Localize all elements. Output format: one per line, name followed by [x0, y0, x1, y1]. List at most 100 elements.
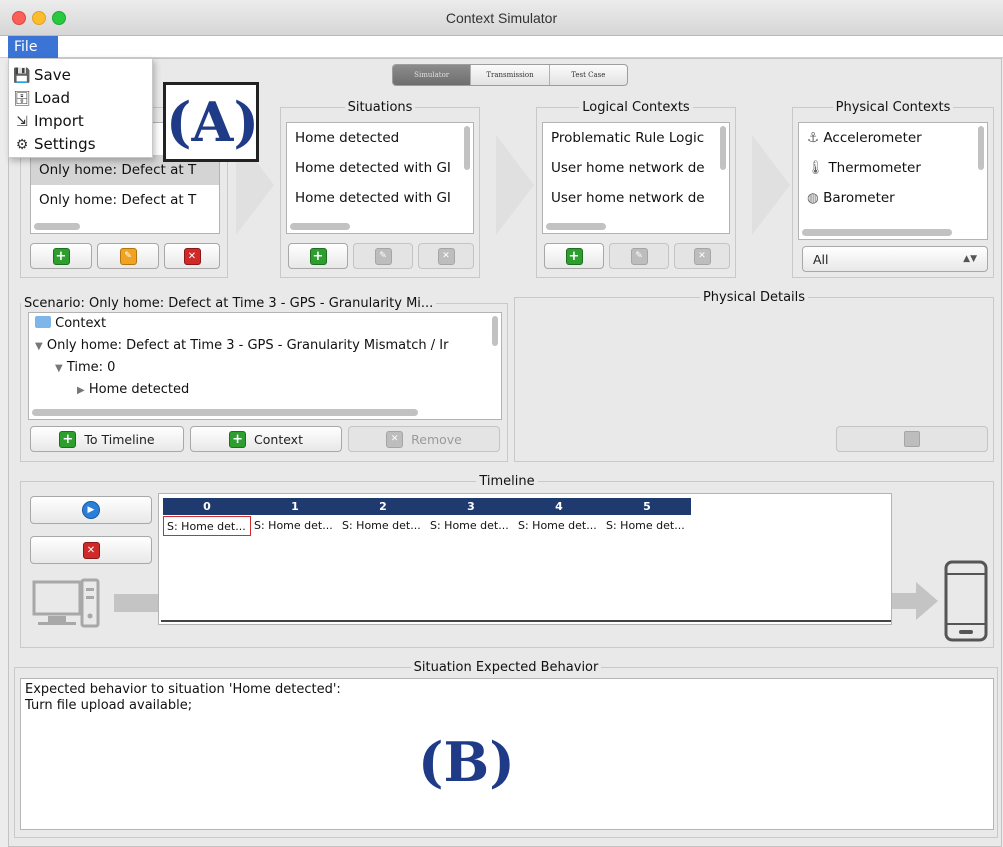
tree-node[interactable]: ▶ Home detected — [77, 379, 189, 401]
tree-node[interactable]: ▼ Time: 0 — [55, 357, 115, 379]
annotation-label-a: (A) — [163, 82, 259, 162]
horizontal-scrollbar[interactable] — [546, 223, 606, 230]
title-bar: Context Simulator — [0, 0, 1003, 36]
file-menu-dropdown: 💾 Save 🗄 Load ⇲ Import ⚙ Settings — [8, 58, 153, 158]
add-scenario-button[interactable]: + — [30, 243, 92, 269]
timeline-cell[interactable]: S: Home det... — [251, 516, 339, 536]
plus-icon: + — [565, 247, 583, 265]
horizontal-scrollbar[interactable] — [32, 409, 418, 416]
list-item[interactable]: ◍ Barometer — [799, 183, 987, 213]
tree-node-label: Only home: Defect at Time 3 - GPS - Gran… — [46, 338, 449, 353]
timeline-column-header[interactable]: 1 — [251, 498, 339, 515]
scenario-tree[interactable]: Context ▼ Only home: Defect at Time 3 - … — [28, 312, 502, 420]
list-item-label: Barometer — [823, 190, 895, 206]
timeline-column-header[interactable]: 5 — [603, 498, 691, 515]
add-logical-context-button[interactable]: + — [544, 243, 604, 269]
vertical-scrollbar[interactable] — [720, 126, 726, 170]
timeline-cell[interactable]: S: Home det... — [163, 516, 251, 536]
tab-test-case[interactable]: Test Case — [550, 65, 627, 85]
vertical-scrollbar[interactable] — [978, 126, 984, 170]
play-icon: ▶ — [82, 501, 100, 519]
import-icon: ⇲ — [16, 114, 28, 130]
delete-logical-context-button[interactable]: ✕ — [674, 243, 730, 269]
expand-toggle-icon[interactable]: ▼ — [55, 363, 63, 374]
horizontal-scrollbar[interactable] — [802, 229, 952, 236]
close-icon: ✕ — [386, 430, 404, 448]
barometer-icon: ◍ — [807, 190, 819, 206]
timeline-baseline — [161, 620, 891, 622]
stop-button[interactable]: ✕ — [30, 536, 152, 564]
save-physical-details-button[interactable] — [836, 426, 988, 452]
edit-situation-button[interactable]: ✎ — [353, 243, 413, 269]
folder-icon — [35, 316, 51, 328]
plus-icon: + — [59, 430, 77, 448]
delete-scenario-button[interactable]: ✕ — [164, 243, 220, 269]
to-timeline-button[interactable]: + To Timeline — [30, 426, 184, 452]
tree-node[interactable]: ▼ Only home: Defect at Time 3 - GPS - Gr… — [35, 335, 448, 357]
horizontal-scrollbar[interactable] — [290, 223, 350, 230]
close-icon: ✕ — [183, 247, 201, 265]
timeline-cell[interactable]: S: Home det... — [603, 516, 691, 536]
tree-node[interactable]: Context — [35, 313, 106, 335]
annotation-label-b: (B) — [418, 730, 515, 794]
physical-contexts-filter[interactable]: All ▲▼ — [802, 246, 988, 272]
list-item[interactable]: User home network de — [543, 183, 729, 213]
vertical-scrollbar[interactable] — [492, 316, 498, 346]
situations-list[interactable]: Home detected Home detected with GI Home… — [286, 122, 474, 234]
menu-file[interactable]: File — [8, 36, 58, 58]
remove-button[interactable]: ✕ Remove — [348, 426, 500, 452]
vertical-scrollbar[interactable] — [464, 126, 470, 170]
computer-icon — [32, 578, 158, 628]
timeline-cell[interactable]: S: Home det... — [427, 516, 515, 536]
save-icon — [904, 431, 920, 447]
physical-contexts-title: Physical Contexts — [835, 100, 951, 115]
chevron-up-down-icon: ▲▼ — [963, 254, 977, 264]
menu-item-import[interactable]: ⇲ Import — [13, 110, 84, 132]
list-item[interactable]: User home network de — [543, 153, 729, 183]
edit-logical-context-button[interactable]: ✎ — [609, 243, 669, 269]
list-item[interactable]: 🌡 Thermometer — [799, 153, 987, 183]
timeline-column-header[interactable]: 0 — [163, 498, 251, 515]
list-item[interactable]: ⚓ Accelerometer — [799, 123, 987, 153]
menu-item-save[interactable]: 💾 Save — [13, 64, 71, 86]
tab-bar: Simulator Transmission Test Case — [392, 64, 628, 86]
expected-line-2: Turn file upload available; — [25, 698, 193, 713]
list-item[interactable]: Home detected — [287, 123, 473, 153]
timeline-column-header[interactable]: 4 — [515, 498, 603, 515]
list-item[interactable]: Only home: Defect at T — [31, 185, 219, 215]
delete-situation-button[interactable]: ✕ — [418, 243, 474, 269]
menu-item-label: Settings — [34, 135, 96, 153]
timeline-column-header[interactable]: 2 — [339, 498, 427, 515]
logical-contexts-title: Logical Contexts — [582, 100, 690, 115]
add-situation-button[interactable]: + — [288, 243, 348, 269]
tab-transmission[interactable]: Transmission — [471, 65, 550, 85]
transmit-arrow-icon — [892, 582, 938, 620]
add-context-button[interactable]: + Context — [190, 426, 342, 452]
button-label: Remove — [411, 431, 462, 447]
window-title: Context Simulator — [445, 10, 558, 26]
list-item[interactable]: Home detected with GI — [287, 153, 473, 183]
list-item[interactable]: Problematic Rule Logic — [543, 123, 729, 153]
menu-item-load[interactable]: 🗄 Load — [13, 87, 70, 109]
physical-contexts-list[interactable]: ⚓ Accelerometer 🌡 Thermometer ◍ Baromete… — [798, 122, 988, 240]
expand-toggle-icon[interactable]: ▶ — [77, 385, 85, 396]
timeline-cell[interactable]: S: Home det... — [515, 516, 603, 536]
close-icon: ✕ — [82, 541, 100, 559]
edit-scenario-button[interactable]: ✎ — [97, 243, 159, 269]
flow-arrow — [752, 135, 790, 235]
scenario-detail-title: Scenario: Only home: Defect at Time 3 - … — [24, 296, 434, 311]
horizontal-scrollbar[interactable] — [34, 223, 80, 230]
timeline-column-header[interactable]: 3 — [427, 498, 515, 515]
expand-toggle-icon[interactable]: ▼ — [35, 341, 43, 352]
list-item[interactable]: Home detected with GI — [287, 183, 473, 213]
button-label: To Timeline — [84, 431, 155, 447]
logical-contexts-list[interactable]: Problematic Rule Logic User home network… — [542, 122, 730, 234]
play-button[interactable]: ▶ — [30, 496, 152, 524]
filter-value: All — [813, 251, 829, 267]
edit-icon: ✎ — [630, 247, 648, 265]
menu-item-settings[interactable]: ⚙ Settings — [13, 133, 96, 155]
tab-simulator[interactable]: Simulator — [393, 65, 472, 85]
timeline-title: Timeline — [479, 474, 535, 489]
expected-behavior-title: Situation Expected Behavior — [413, 660, 599, 675]
timeline-cell[interactable]: S: Home det... — [339, 516, 427, 536]
